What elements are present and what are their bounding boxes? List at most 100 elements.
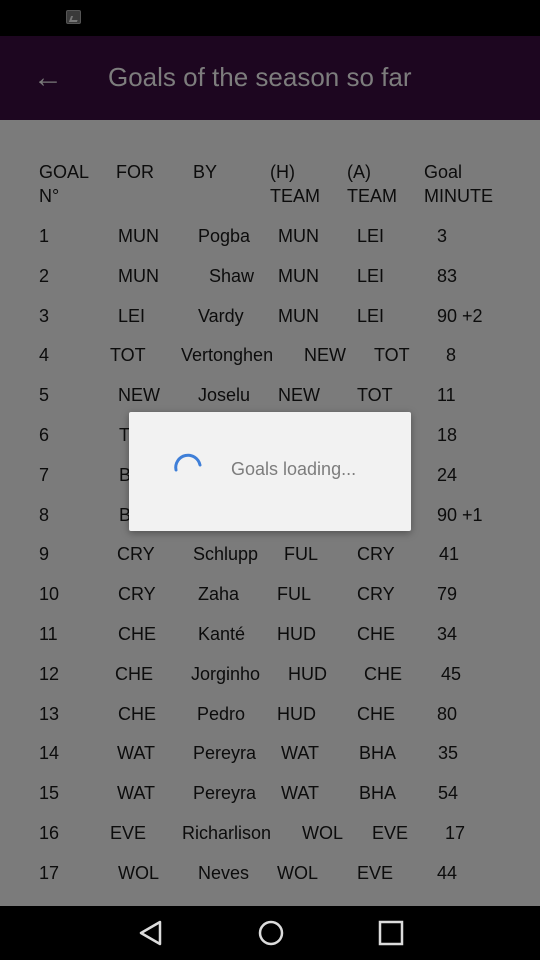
column-header-home-team: (H) TEAM (270, 162, 321, 206)
cell-goal-minute: 41 (439, 544, 460, 565)
cell-goal-number: 2 (39, 265, 50, 286)
cell-goal-number: 12 (39, 663, 60, 684)
cell-home-team: HUD (288, 663, 327, 684)
cell-for-team: MUN (118, 265, 159, 286)
cell-goal-number: 6 (39, 425, 50, 445)
cell-goal-number: 8 (39, 504, 50, 525)
status-bar (0, 0, 540, 36)
cell-goal-number: 9 (39, 544, 50, 565)
cell-home-team: NEW (278, 385, 320, 406)
cell-goal-number: 15 (39, 783, 60, 804)
cell-away-team: BHA (359, 743, 397, 764)
cell-goal-number: 13 (39, 703, 60, 724)
cell-goal-minute: 17 (445, 823, 466, 843)
cell-scorer: Richarlison (182, 823, 272, 843)
cell-home-team: FUL (277, 584, 312, 605)
cell-scorer: Pereyra (193, 743, 257, 764)
cell-goal-number: 14 (39, 743, 60, 764)
nav-recents-icon[interactable] (376, 918, 406, 948)
column-header-goal-no: GOAL N° (39, 162, 90, 206)
cell-for-team: TOT (110, 345, 146, 366)
cell-scorer: Joselu (198, 385, 251, 406)
cell-away-team: CRY (357, 584, 395, 605)
cell-away-team: EVE (372, 823, 409, 843)
cell-scorer: Schlupp (193, 544, 259, 565)
cell-goal-minute: 90 +1 (437, 504, 483, 525)
cell-home-team: MUN (278, 226, 319, 246)
cell-home-team: NEW (304, 345, 346, 366)
cell-for-team: CHE (115, 663, 154, 684)
cell-away-team: CHE (357, 703, 396, 724)
column-header-by: BY (193, 162, 218, 182)
loading-dialog: Goals loading... (129, 412, 411, 531)
cell-goal-minute: 8 (446, 345, 457, 366)
cell-for-team: WOL (118, 862, 160, 883)
cell-home-team: WAT (281, 743, 319, 764)
cell-scorer: Pogba (198, 226, 251, 246)
cell-goal-minute: 44 (437, 862, 458, 883)
cell-home-team: MUN (278, 305, 319, 326)
page-title: Goals of the season so far (108, 62, 412, 92)
cell-goal-number: 10 (39, 584, 60, 605)
cell-scorer: Pedro (197, 703, 246, 724)
cell-away-team: TOT (374, 345, 410, 366)
cell-goal-minute: 11 (437, 385, 456, 406)
cell-away-team: LEI (357, 305, 385, 326)
cell-goal-minute: 90 +2 (437, 305, 483, 326)
cell-home-team: HUD (277, 703, 316, 724)
cell-scorer: Kanté (198, 624, 246, 644)
cell-scorer: Pereyra (193, 783, 257, 804)
cell-goal-minute: 45 (441, 663, 462, 684)
cell-scorer: Vertonghen (181, 345, 274, 366)
cell-away-team: CHE (357, 624, 396, 644)
cell-goal-minute: 3 (437, 226, 448, 246)
cell-for-team: WAT (117, 783, 155, 804)
navigation-bar (0, 906, 540, 960)
cell-away-team: BHA (359, 783, 397, 804)
cell-away-team: EVE (357, 862, 394, 883)
cell-goal-number: 4 (39, 345, 50, 366)
nav-back-icon[interactable] (136, 918, 166, 948)
app-bar: ← Goals of the season so far (0, 36, 540, 120)
cell-goal-number: 7 (39, 464, 50, 485)
cell-goal-minute: 83 (437, 265, 458, 286)
arrow-left-icon[interactable]: ← (30, 60, 66, 96)
cell-goal-minute: 80 (437, 703, 458, 724)
image-icon (66, 10, 81, 24)
cell-goal-number: 5 (39, 385, 50, 406)
cell-home-team: HUD (277, 624, 316, 644)
cell-for-team: EVE (110, 823, 147, 843)
column-header-away-team: (A) TEAM (347, 162, 398, 206)
cell-away-team: TOT (357, 385, 393, 406)
cell-scorer: Jorginho (191, 663, 261, 684)
cell-home-team: WOL (302, 823, 344, 843)
cell-goal-minute: 35 (438, 743, 459, 764)
loading-spinner-icon (174, 453, 202, 472)
nav-home-icon[interactable] (256, 918, 286, 948)
cell-goal-minute: 18 (437, 425, 458, 445)
loading-message: Goals loading... (231, 459, 357, 479)
cell-away-team: CRY (357, 544, 395, 565)
cell-goal-number: 17 (39, 862, 60, 883)
cell-away-team: LEI (357, 226, 385, 246)
cell-goal-minute: 54 (438, 783, 459, 804)
cell-home-team: WOL (277, 862, 319, 883)
cell-goal-number: 1 (39, 226, 50, 246)
cell-for-team: LEI (118, 305, 146, 326)
cell-goal-number: 11 (39, 624, 58, 644)
cell-scorer: Zaha (198, 584, 240, 605)
cell-for-team: CHE (118, 703, 157, 724)
cell-for-team: CRY (118, 584, 156, 605)
cell-home-team: WAT (281, 783, 319, 804)
cell-for-team: NEW (118, 385, 160, 406)
cell-home-team: FUL (284, 544, 319, 565)
cell-scorer: Vardy (198, 305, 244, 326)
column-header-goal-minute: Goal MINUTE (424, 162, 493, 206)
cell-goal-minute: 34 (437, 624, 458, 644)
cell-for-team: CHE (118, 624, 157, 644)
cell-away-team: LEI (357, 265, 385, 286)
cell-away-team: CHE (364, 663, 403, 684)
cell-home-team: MUN (278, 265, 319, 286)
cell-for-team: WAT (117, 743, 155, 764)
cell-goal-number: 16 (39, 823, 60, 843)
